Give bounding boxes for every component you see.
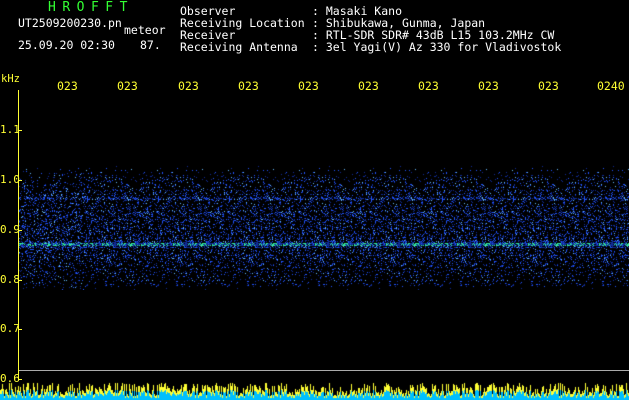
time-tick: 0240 [597,79,625,93]
time-tick: 023 [478,79,499,93]
time-tick: 023 [238,79,259,93]
frequency-tick: 1.0 [0,173,20,186]
counter-value: 87. [140,38,161,52]
time-tick: 023 [358,79,379,93]
app-title: HROFFT [48,0,134,15]
frequency-unit-label: kHz [1,73,20,85]
frequency-tick: 0.9 [0,223,20,236]
spectrogram-noise-band [19,160,629,290]
time-tick: 023 [418,79,439,93]
antenna-value: : 3el Yagi(V) Az 330 for Vladivostok [312,40,562,54]
time-tick: 023 [57,79,78,93]
date-time: 25.09.20 02:30 [18,38,115,52]
file-name: UT2509200230.pn [18,16,122,30]
reference-line [19,370,629,371]
mode-label: meteor [124,23,166,37]
time-tick: 023 [117,79,138,93]
hrofft-screen: HROFFT UT2509200230.pn meteor 25.09.20 0… [0,0,629,400]
frequency-tick: 0.8 [0,273,20,286]
frequency-tick: 1.1 [0,123,20,136]
time-tick: 023 [538,79,559,93]
time-tick: 023 [178,79,199,93]
antenna-label: Receiving Antenna [180,40,298,54]
signal-level-bars [0,378,629,400]
frequency-tick: 0.7 [0,322,20,335]
time-tick: 023 [298,79,319,93]
